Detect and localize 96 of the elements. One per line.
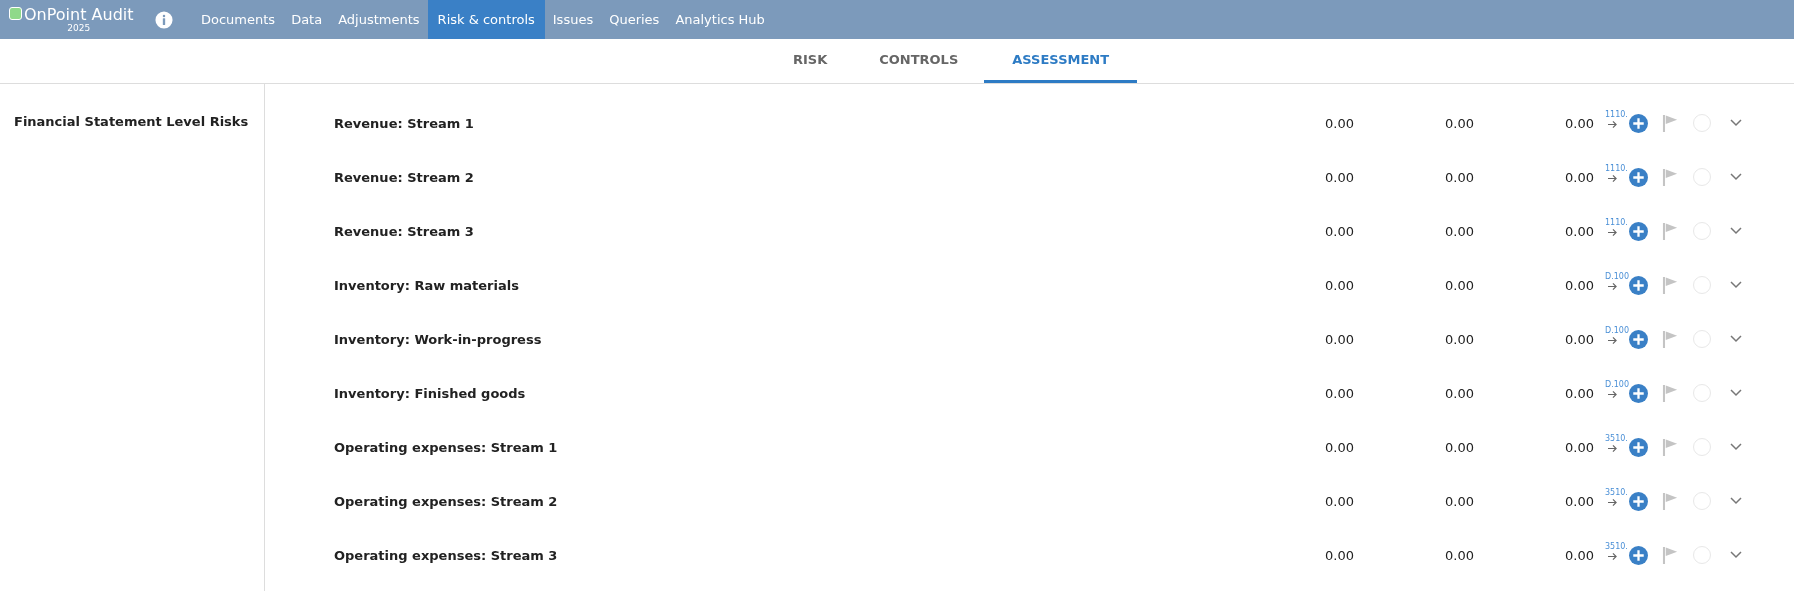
value-cell-text: 0.00 [1444,547,1474,563]
value-cell-text: 0.00 [1564,331,1594,347]
chevron-icon[interactable] [1730,551,1742,559]
value-cell-text: 0.00 [1324,169,1354,185]
tab[interactable]: RISK [766,39,854,83]
chevron-icon[interactable] [1730,497,1742,505]
chevron-icon[interactable] [1730,335,1742,343]
add-icon[interactable] [1629,275,1648,295]
flag-icon[interactable] [1662,545,1679,565]
risk-title: Operating expenses: Stream 2 [334,493,559,509]
flag-icon[interactable] [1662,437,1679,457]
value-cell-text: 0.00 [1444,223,1474,239]
value-cell-text: 0.00 [1444,493,1474,509]
value-cell-text: 0.00 [1564,385,1594,401]
value-cell-text: 0.00 [1564,115,1594,131]
add-icon[interactable] [1629,113,1648,133]
sidebar-title: Financial Statement Level Risks [14,114,249,129]
flag-icon[interactable] [1662,491,1679,511]
flag-icon[interactable] [1662,113,1679,133]
reference-link[interactable]: 1110. [1605,217,1628,228]
info-icon[interactable] [155,10,173,29]
chevron-icon[interactable] [1730,281,1742,289]
arrow-icon [1607,389,1618,399]
reference-link[interactable]: 3510. [1605,433,1628,444]
value-cell-text: 0.00 [1444,277,1474,293]
risk-title: Operating expenses: Stream 1 [334,439,559,455]
arrow-icon [1607,173,1618,183]
nav-item[interactable]: Risk & controls [427,0,545,39]
value-cell-text: 0.00 [1324,547,1354,563]
reference-link[interactable]: 3510. [1605,541,1628,552]
value-cell-text: 0.00 [1324,493,1354,509]
nav-item[interactable]: Analytics Hub [667,0,773,39]
reference-link[interactable]: D.100 [1605,325,1629,336]
app-name: OnPoint Audit [24,6,134,23]
arrow-icon [1607,119,1618,129]
value-cell-text: 0.00 [1324,223,1354,239]
tab[interactable]: CONTROLS [853,39,985,83]
chevron-icon[interactable] [1730,389,1742,397]
risk-title: Revenue: Stream 1 [334,115,475,131]
value-cell-text: 0.00 [1564,223,1594,239]
add-icon[interactable] [1629,545,1648,565]
arrow-icon [1607,443,1618,453]
flag-icon[interactable] [1662,221,1679,241]
value-cell-text: 0.00 [1564,277,1594,293]
add-icon[interactable] [1629,221,1648,241]
chevron-icon[interactable] [1730,443,1742,451]
risk-title: Inventory: Work-in-progress [334,331,543,347]
arrow-icon [1607,281,1618,291]
nav-item[interactable]: Data [283,0,331,39]
nav-item[interactable]: Adjustments [330,0,428,39]
reference-link[interactable]: 1110. [1605,163,1628,174]
risk-title: Operating expenses: Stream 3 [334,547,559,563]
flag-icon[interactable] [1662,167,1679,187]
value-cell-text: 0.00 [1564,493,1594,509]
risk-title: Inventory: Raw materials [334,277,520,293]
add-icon[interactable] [1629,491,1648,511]
app-year: 2025 [67,23,91,34]
flag-icon[interactable] [1662,329,1679,349]
arrow-icon [1607,227,1618,237]
reference-link[interactable]: 3510. [1605,487,1628,498]
chevron-icon[interactable] [1730,119,1742,127]
reference-link[interactable]: D.100 [1605,271,1629,282]
value-cell-text: 0.00 [1444,331,1474,347]
nav-item[interactable]: Documents [193,0,284,39]
value-cell-text: 0.00 [1444,385,1474,401]
chevron-icon[interactable] [1730,173,1742,181]
reference-link[interactable]: D.100 [1605,379,1629,390]
value-cell-text: 0.00 [1444,439,1474,455]
nav-item[interactable]: Issues [544,0,602,39]
value-cell-text: 0.00 [1324,277,1354,293]
value-cell-text: 0.00 [1444,169,1474,185]
value-cell-text: 0.00 [1564,169,1594,185]
chevron-icon[interactable] [1730,227,1742,235]
arrow-icon [1607,335,1618,345]
value-cell-text: 0.00 [1564,547,1594,563]
flag-icon[interactable] [1662,383,1679,403]
add-icon[interactable] [1629,329,1648,349]
reference-link[interactable]: 1110. [1605,109,1628,120]
value-cell-text: 0.00 [1324,115,1354,131]
add-icon[interactable] [1629,383,1648,403]
value-cell-text: 0.00 [1444,115,1474,131]
arrow-icon [1607,551,1618,561]
value-cell-text: 0.00 [1324,439,1354,455]
arrow-icon [1607,497,1618,507]
value-cell-text: 0.00 [1564,439,1594,455]
value-cell-text: 0.00 [1324,385,1354,401]
risk-title: Inventory: Finished goods [334,385,527,401]
risk-title: Revenue: Stream 2 [334,169,475,185]
nav-item[interactable]: Queries [601,0,668,39]
logo-icon [9,7,22,20]
add-icon[interactable] [1629,437,1648,457]
add-icon[interactable] [1629,167,1648,187]
tab[interactable]: ASSESSMENT [984,39,1138,83]
risk-title: Revenue: Stream 3 [334,223,475,239]
value-cell-text: 0.00 [1324,331,1354,347]
flag-icon[interactable] [1662,275,1679,295]
